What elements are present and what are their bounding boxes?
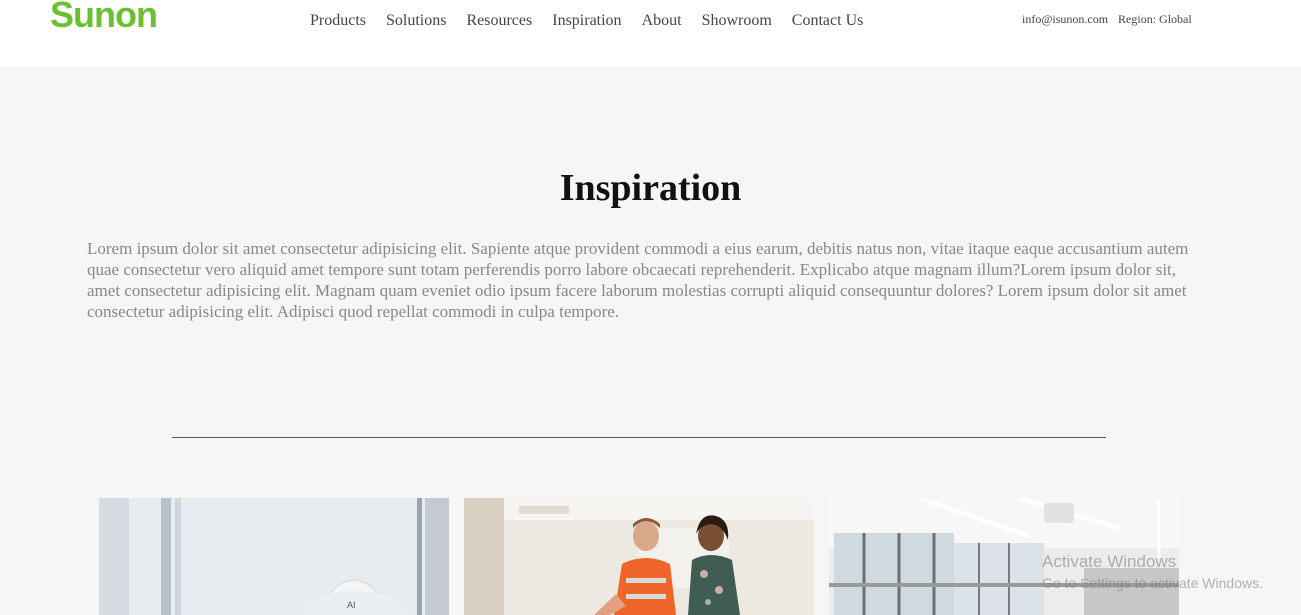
site-header: Sunon Products Solutions Resources Inspi… (0, 0, 1301, 66)
header-contact: info@isunon.com Region: Global (1022, 12, 1192, 27)
nav-products[interactable]: Products (310, 12, 366, 30)
page-title: Inspiration (559, 167, 742, 209)
main-nav: Products Solutions Resources Inspiration… (300, 12, 873, 30)
nav-contact-us[interactable]: Contact Us (792, 12, 864, 30)
brand-logo[interactable]: Sunon (50, 0, 158, 36)
nav-inspiration[interactable]: Inspiration (552, 12, 621, 30)
region-selector[interactable]: Region: Global (1118, 12, 1192, 27)
watermark-subtitle: Go to Settings to activate Windows. (1042, 575, 1263, 591)
section-divider (172, 437, 1106, 438)
intro-text: Lorem ipsum dolor sit amet consectetur a… (87, 239, 1189, 321)
nav-showroom[interactable]: Showroom (702, 12, 772, 30)
inspiration-card-meeting[interactable] (464, 498, 814, 615)
inspiration-card-construction[interactable]: AI (99, 498, 449, 615)
meeting-photo (464, 498, 814, 615)
nav-about[interactable]: About (642, 12, 682, 30)
nav-solutions[interactable]: Solutions (386, 12, 446, 30)
windows-activation-watermark: Activate Windows Go to Settings to activ… (1042, 552, 1263, 591)
helmet-text: AI (347, 600, 356, 610)
contact-email[interactable]: info@isunon.com (1022, 12, 1108, 27)
construction-photo (99, 498, 449, 615)
watermark-title: Activate Windows (1042, 552, 1177, 571)
nav-resources[interactable]: Resources (466, 12, 532, 30)
